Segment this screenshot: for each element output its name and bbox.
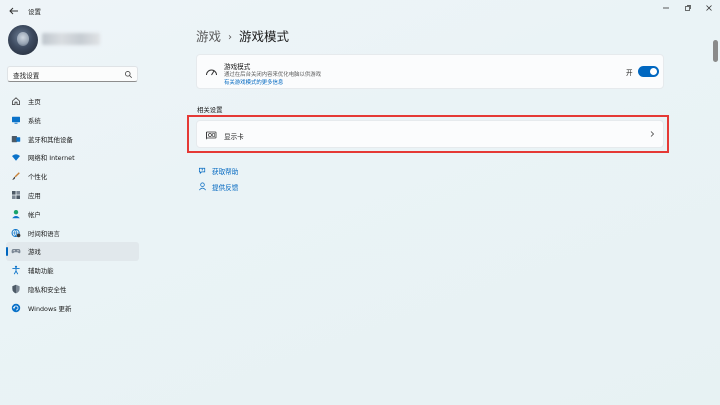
sidebar-item-label: 应用 — [28, 191, 41, 200]
sidebar-item-label: 游戏 — [28, 248, 41, 257]
sidebar-item-gaming[interactable]: 游戏 — [6, 242, 139, 262]
breadcrumb: 游戏 › 游戏模式 — [196, 26, 289, 45]
shield-icon — [12, 284, 20, 294]
give-feedback-label: 提供反馈 — [212, 184, 239, 192]
search-box[interactable]: 查找设置 — [7, 66, 138, 82]
search-icon — [125, 71, 133, 79]
sidebar-item-label: 网络和 Internet — [28, 154, 75, 163]
sidebar-item-label: 辅助功能 — [28, 267, 54, 276]
game-mode-description: 通过在后台关闭内容来优化电脑以供游戏 — [224, 72, 322, 78]
account-icon — [12, 209, 20, 218]
sidebar-item-accessibility[interactable]: 辅助功能 — [6, 261, 139, 280]
back-arrow-icon[interactable] — [8, 5, 20, 17]
system-icon — [12, 116, 20, 124]
sidebar-item-label: 隐私和安全性 — [28, 285, 67, 294]
speedometer-icon — [206, 69, 217, 76]
minimize-icon — [663, 7, 669, 9]
sidebar-item-privacy[interactable]: 隐私和安全性 — [6, 280, 139, 299]
title-bar: 设置 — [0, 0, 720, 22]
sidebar-item-label: 主页 — [28, 98, 41, 106]
sidebar-item-home[interactable]: 主页 — [6, 92, 139, 111]
sidebar-item-apps[interactable]: 应用 — [6, 186, 139, 205]
sidebar-item-personalization[interactable]: 个性化 — [6, 167, 139, 186]
game-mode-info-link[interactable]: 有关游戏模式的更多信息 — [224, 78, 283, 86]
brush-icon — [12, 172, 20, 180]
close-button[interactable] — [702, 4, 716, 16]
avatar[interactable] — [8, 25, 38, 55]
feedback-icon — [199, 182, 206, 191]
account-name-blurred — [42, 33, 100, 45]
sidebar-item-label: 蓝牙和其他设备 — [28, 135, 73, 144]
bluetooth-icon — [11, 135, 21, 142]
gamepad-icon — [11, 249, 21, 254]
game-mode-toggle[interactable] — [638, 66, 659, 77]
avatar-image — [17, 32, 29, 46]
sidebar-item-windows-update[interactable]: Windows 更新 — [6, 299, 139, 318]
sidebar-nav: 主页 系统 蓝牙和其他设备 网络和 Internet 个性化 应用 帐户 时间和… — [6, 92, 139, 318]
help-icon — [198, 167, 206, 175]
get-help-label: 获取帮助 — [212, 168, 239, 176]
minimize-button[interactable] — [659, 4, 673, 16]
give-feedback-link[interactable]: 提供反馈 — [198, 181, 278, 193]
sidebar-item-label: 时间和语言 — [28, 229, 60, 238]
related-settings-heading: 相关设置 — [197, 106, 223, 114]
toggle-state-label: 开 — [626, 69, 633, 77]
sidebar-item-accounts[interactable]: 帐户 — [6, 205, 139, 224]
globe-clock-icon — [11, 228, 21, 237]
get-help-link[interactable]: 获取帮助 — [198, 165, 278, 177]
red-highlight-box — [187, 115, 669, 153]
breadcrumb-parent[interactable]: 游戏 — [196, 29, 221, 44]
home-icon — [12, 97, 20, 105]
sidebar-item-network[interactable]: 网络和 Internet — [6, 148, 139, 167]
close-icon — [706, 5, 712, 11]
sidebar-item-label: 帐户 — [28, 210, 41, 219]
sidebar-item-system[interactable]: 系统 — [6, 111, 139, 130]
scrollbar-thumb[interactable] — [713, 40, 718, 62]
page-title: 游戏模式 — [239, 29, 290, 44]
game-mode-card: 游戏模式 通过在后台关闭内容来优化电脑以供游戏 有关游戏模式的更多信息 开 — [196, 54, 664, 89]
chevron-right-icon: › — [228, 32, 233, 43]
apps-icon — [12, 190, 20, 199]
sidebar-item-label: 个性化 — [28, 173, 48, 182]
search-input[interactable]: 查找设置 — [13, 70, 39, 80]
toggle-knob — [650, 68, 657, 75]
wifi-icon — [12, 154, 20, 162]
accessibility-icon — [12, 265, 20, 275]
sidebar-item-label: Windows 更新 — [28, 304, 72, 313]
window-title: 设置 — [28, 8, 41, 16]
maximize-button[interactable] — [681, 4, 695, 16]
sidebar-item-bluetooth[interactable]: 蓝牙和其他设备 — [6, 130, 139, 149]
update-icon — [11, 303, 21, 312]
sidebar-item-time-language[interactable]: 时间和语言 — [6, 224, 139, 243]
selection-indicator — [6, 247, 8, 257]
sidebar-item-label: 系统 — [28, 116, 41, 125]
restore-icon — [685, 5, 691, 11]
